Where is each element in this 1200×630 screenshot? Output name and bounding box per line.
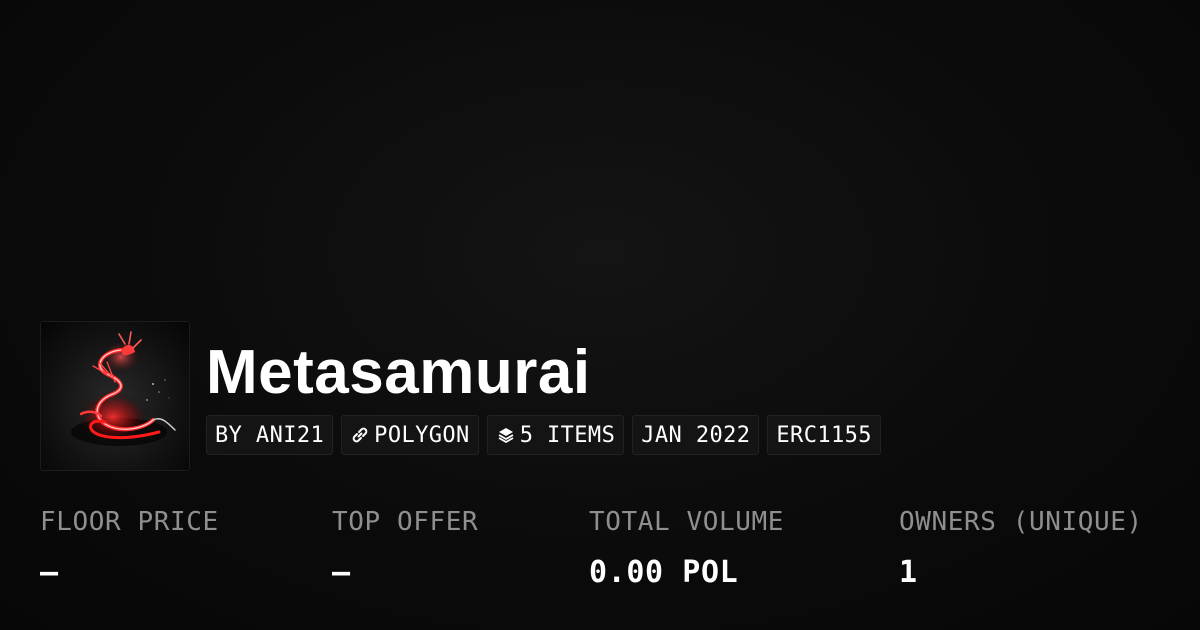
- floor-price-label: FLOOR PRICE: [40, 507, 219, 537]
- top-offer-label: TOP OFFER: [332, 507, 479, 537]
- red-dragon-logo: [71, 331, 176, 446]
- total-volume-label: TOTAL VOLUME: [589, 507, 785, 537]
- date-badge: JAN 2022: [632, 415, 760, 455]
- stat-floor-price: FLOOR PRICE –: [40, 505, 219, 591]
- stat-total-volume: TOTAL VOLUME 0.00 POL: [589, 505, 784, 591]
- collection-title: Metasamurai: [206, 338, 591, 407]
- floor-price-value: –: [40, 555, 59, 590]
- link-icon: [352, 427, 368, 443]
- owners-label: OWNERS (UNIQUE): [899, 507, 1143, 537]
- collection-avatar: [40, 321, 190, 471]
- top-offer-value: –: [332, 555, 351, 590]
- collection-badges: BY ANI21 POLYGON 5 ITEMS JAN 2022 ERC115…: [206, 415, 881, 455]
- standard-badge: ERC1155: [767, 415, 881, 455]
- owners-value: 1: [899, 555, 918, 590]
- chain-label: POLYGON: [374, 422, 470, 448]
- creator-label: BY ANI21: [215, 422, 325, 448]
- creator-badge[interactable]: BY ANI21: [206, 415, 334, 455]
- layers-icon: [498, 428, 514, 443]
- items-badge: 5 ITEMS: [486, 415, 625, 455]
- stat-top-offer: TOP OFFER –: [332, 505, 478, 591]
- chain-badge: POLYGON: [341, 415, 479, 455]
- stat-owners: OWNERS (UNIQUE) 1: [899, 505, 1143, 591]
- date-label: JAN 2022: [641, 422, 751, 448]
- standard-label: ERC1155: [776, 422, 872, 448]
- items-label: 5 ITEMS: [519, 422, 616, 448]
- total-volume-value: 0.00 POL: [589, 555, 739, 590]
